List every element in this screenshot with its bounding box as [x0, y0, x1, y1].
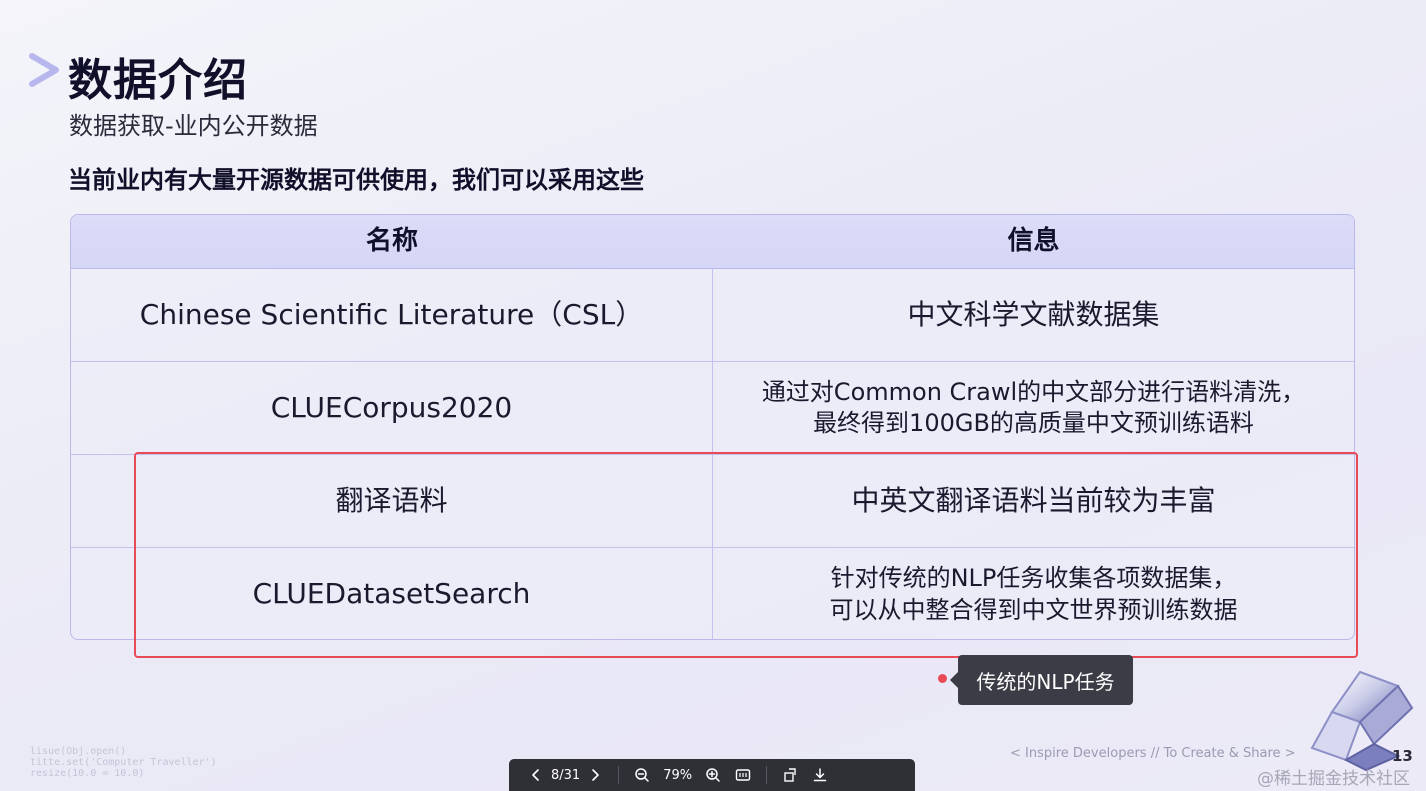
row-info-line: 最终得到100GB的高质量中文预训练语料: [813, 409, 1254, 437]
decorative-code: lisue(Obj.open() titte.set('Computer Trav…: [30, 746, 217, 779]
row-info: 中文科学文献数据集: [907, 297, 1160, 331]
row-name: CLUECorpus2020: [71, 362, 713, 454]
toolbar-divider: [766, 766, 768, 784]
code-line: resize(10.0 = 10.0): [30, 768, 145, 779]
code-line: titte.set('Computer Traveller'): [30, 757, 217, 768]
annotation-tooltip: 传统的NLP任务: [950, 655, 1133, 705]
header-name: 名称: [365, 225, 418, 256]
row-name: Chinese Scientific Literature（CSL）: [71, 269, 713, 361]
table-row: CLUEDatasetSearch 针对传统的NLP任务收集各项数据集， 可以从…: [71, 548, 1354, 639]
previous-page-button[interactable]: [521, 759, 551, 791]
row-name: CLUEDatasetSearch: [71, 548, 713, 639]
watermark: @稀土掘金技术社区: [1257, 769, 1410, 789]
chevron-left-icon: [532, 769, 539, 781]
table-row: CLUECorpus2020 通过对Common Crawl的中文部分进行语料清…: [71, 362, 1354, 455]
page-subtitle: 数据获取-业内公开数据: [69, 112, 318, 140]
annotation-marker[interactable]: [938, 674, 947, 683]
next-page-button[interactable]: [580, 759, 610, 791]
footer-tagline: < Inspire Developers // To Create & Shar…: [1010, 746, 1296, 761]
row-info: 通过对Common Crawl的中文部分进行语料清洗， 最终得到100GB的高质…: [713, 362, 1354, 454]
table-header-row: 名称 信息: [71, 215, 1354, 269]
slide-page-number: 13: [1392, 747, 1413, 765]
table-row: Chinese Scientific Literature（CSL） 中文科学文…: [71, 269, 1354, 362]
page-indicator: 8/31: [551, 767, 581, 783]
row-name: 翻译语料: [71, 455, 713, 547]
row-info: 中英文翻译语料当前较为丰富: [851, 483, 1216, 517]
zoom-out-button[interactable]: [627, 759, 657, 791]
zoom-level: 79%: [663, 767, 693, 783]
row-info: 针对传统的NLP任务收集各项数据集， 可以从中整合得到中文世界预训练数据: [713, 548, 1354, 639]
table-row: 翻译语料 中英文翻译语料当前较为丰富: [71, 455, 1354, 548]
fit-page-icon: [735, 769, 751, 781]
header-info: 信息: [1007, 225, 1060, 256]
row-info-line: 通过对Common Crawl的中文部分进行语料清洗，: [761, 377, 1306, 406]
chevron-right-icon: [592, 769, 600, 781]
zoom-out-icon: [635, 768, 649, 782]
row-info-line: 可以从中整合得到中文世界预训练数据: [829, 595, 1238, 624]
download-icon: [813, 768, 827, 782]
page-title: 数据介绍: [68, 55, 248, 106]
data-table: 名称 信息 Chinese Scientific Literature（CSL）…: [70, 214, 1355, 640]
fit-page-button[interactable]: [728, 759, 758, 791]
zoom-in-icon: [706, 768, 720, 782]
row-info-line: 针对传统的NLP任务收集各项数据集，: [830, 564, 1237, 593]
download-button[interactable]: [805, 759, 835, 791]
code-line: lisue(Obj.open(): [30, 746, 127, 757]
chevron-mark-icon: [29, 53, 59, 87]
zoom-in-button[interactable]: [698, 759, 728, 791]
rotate-icon: [784, 768, 796, 782]
rotate-button[interactable]: [775, 759, 805, 791]
toolbar-divider: [618, 766, 620, 784]
intro-text: 当前业内有大量开源数据可供使用，我们可以采用这些: [68, 166, 644, 194]
viewer-toolbar: 8/31 79%: [509, 759, 915, 791]
